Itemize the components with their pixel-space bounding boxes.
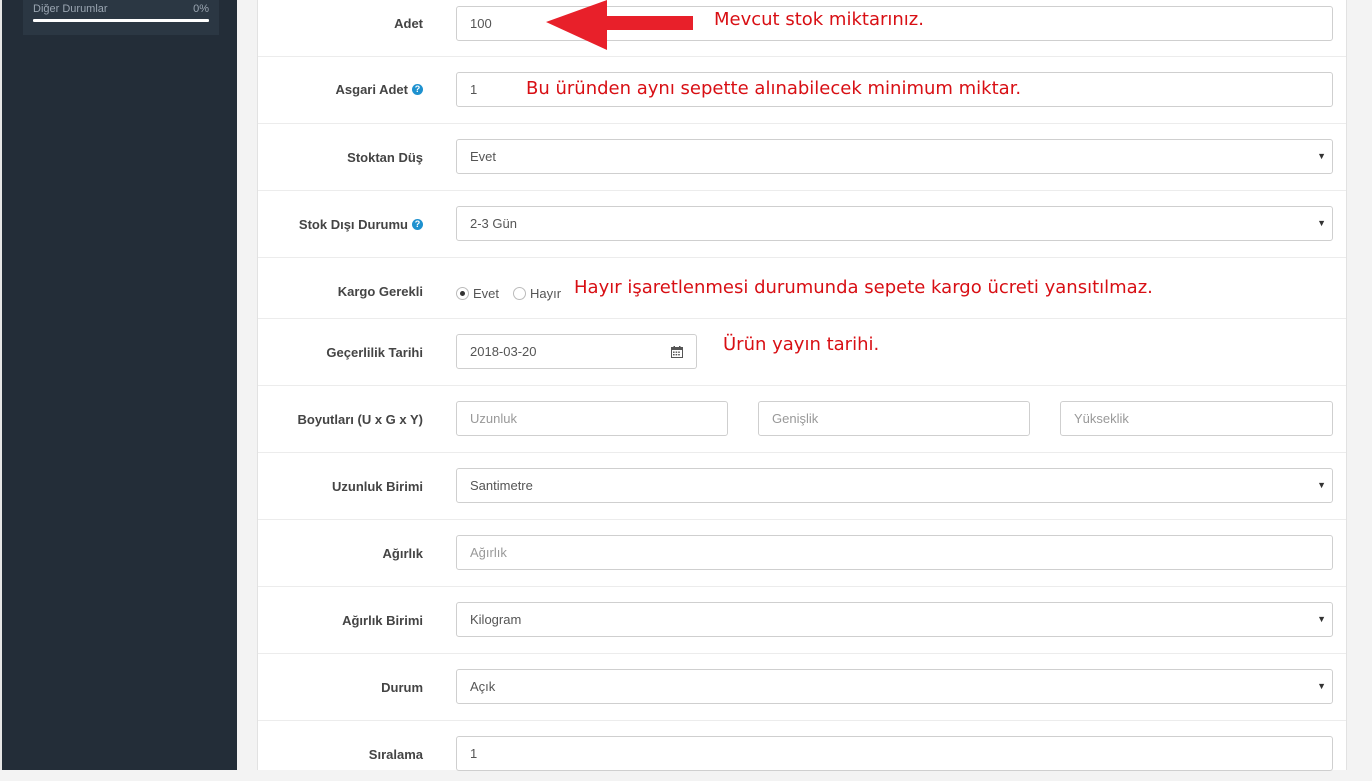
date-input[interactable]: 2018-03-20 [456, 334, 658, 369]
chevron-down-icon: ▼ [1317, 681, 1326, 691]
chevron-down-icon: ▼ [1317, 480, 1326, 490]
right-gutter [1348, 0, 1372, 770]
annotation-shipping-note: Hayır işaretlenmesi durumunda sepete kar… [574, 277, 1153, 298]
shipping-radio-group: Evet Hayır [456, 286, 561, 301]
shipping-no-label: Hayır [530, 286, 562, 301]
annotation-quantity-note: Mevcut stok miktarınız. [714, 9, 924, 30]
weight-input[interactable]: Ağırlık [456, 535, 1333, 570]
form-row-weight-class: Ağırlık Birimi Kilogram ▼ [258, 587, 1346, 654]
chevron-down-icon: ▼ [1317, 614, 1326, 624]
chevron-down-icon: ▼ [1317, 151, 1326, 161]
length-class-label: Uzunluk Birimi [331, 479, 423, 494]
status-select[interactable]: Açık ▼ [456, 669, 1333, 704]
subtract-select[interactable]: Evet ▼ [456, 139, 1333, 174]
dimensions-label: Boyutları (U x G x Y) [297, 412, 423, 427]
stat-progress-fill [33, 19, 209, 22]
form-row-dimensions: Boyutları (U x G x Y) Uzunluk Genişlik Y… [258, 386, 1346, 453]
length-class-select[interactable]: Santimetre ▼ [456, 468, 1333, 503]
height-input[interactable]: Yükseklik [1060, 401, 1333, 436]
subtract-label: Stoktan Düş [347, 150, 423, 165]
question-circle-icon[interactable]: ? [412, 219, 423, 230]
annotation-date-note: Ürün yayın tarihi. [723, 334, 880, 355]
form-row-length-class: Uzunluk Birimi Santimetre ▼ [258, 453, 1346, 520]
product-data-form: Adet 100 Asgari Adet? 1 Stoktan Düş Evet… [257, 0, 1347, 771]
shipping-yes-label: Evet [473, 286, 500, 301]
quantity-label: Adet [394, 16, 423, 31]
question-circle-icon[interactable]: ? [412, 84, 423, 95]
date-label: Geçerlilik Tarihi [326, 345, 423, 360]
status-label: Durum [381, 680, 423, 695]
stat-label: Diğer Durumlar [33, 3, 108, 15]
sidebar: Diğer Durumlar 0% [0, 0, 237, 770]
calendar-button[interactable] [657, 334, 697, 369]
length-input[interactable]: Uzunluk [456, 401, 728, 436]
form-row-stock-status: Stok Dışı Durumu? 2-3 Gün ▼ [258, 191, 1346, 258]
weight-label: Ağırlık [382, 546, 423, 561]
stock-status-label: Stok Dışı Durumu? [299, 217, 423, 232]
minimum-label: Asgari Adet? [336, 82, 423, 97]
red-arrow-annotation [546, 0, 693, 50]
shipping-radio-yes[interactable] [456, 287, 469, 300]
stat-percent: 0% [193, 3, 209, 15]
chevron-down-icon: ▼ [1317, 218, 1326, 228]
shipping-label: Kargo Gerekli [337, 284, 423, 299]
form-row-status: Durum Açık ▼ [258, 654, 1346, 721]
sort-order-input[interactable]: 1 [456, 736, 1333, 771]
shipping-radio-no[interactable] [513, 287, 527, 300]
calendar-icon [670, 345, 683, 358]
annotation-minimum-note: Bu üründen aynı sepette alınabilecek min… [526, 78, 1022, 99]
form-row-subtract: Stoktan Düş Evet ▼ [258, 124, 1346, 191]
stock-status-select[interactable]: 2-3 Gün ▼ [456, 206, 1333, 241]
width-input[interactable]: Genişlik [758, 401, 1030, 436]
weight-class-label: Ağırlık Birimi [342, 613, 423, 628]
sort-order-label: Sıralama [368, 747, 423, 762]
sidebar-stat-other-status: Diğer Durumlar 0% [23, 0, 219, 35]
form-row-weight: Ağırlık Ağırlık [258, 520, 1346, 587]
form-row-sort-order: Sıralama 1 [258, 721, 1346, 781]
weight-class-select[interactable]: Kilogram ▼ [456, 602, 1333, 637]
stat-progress-bar [33, 19, 209, 22]
